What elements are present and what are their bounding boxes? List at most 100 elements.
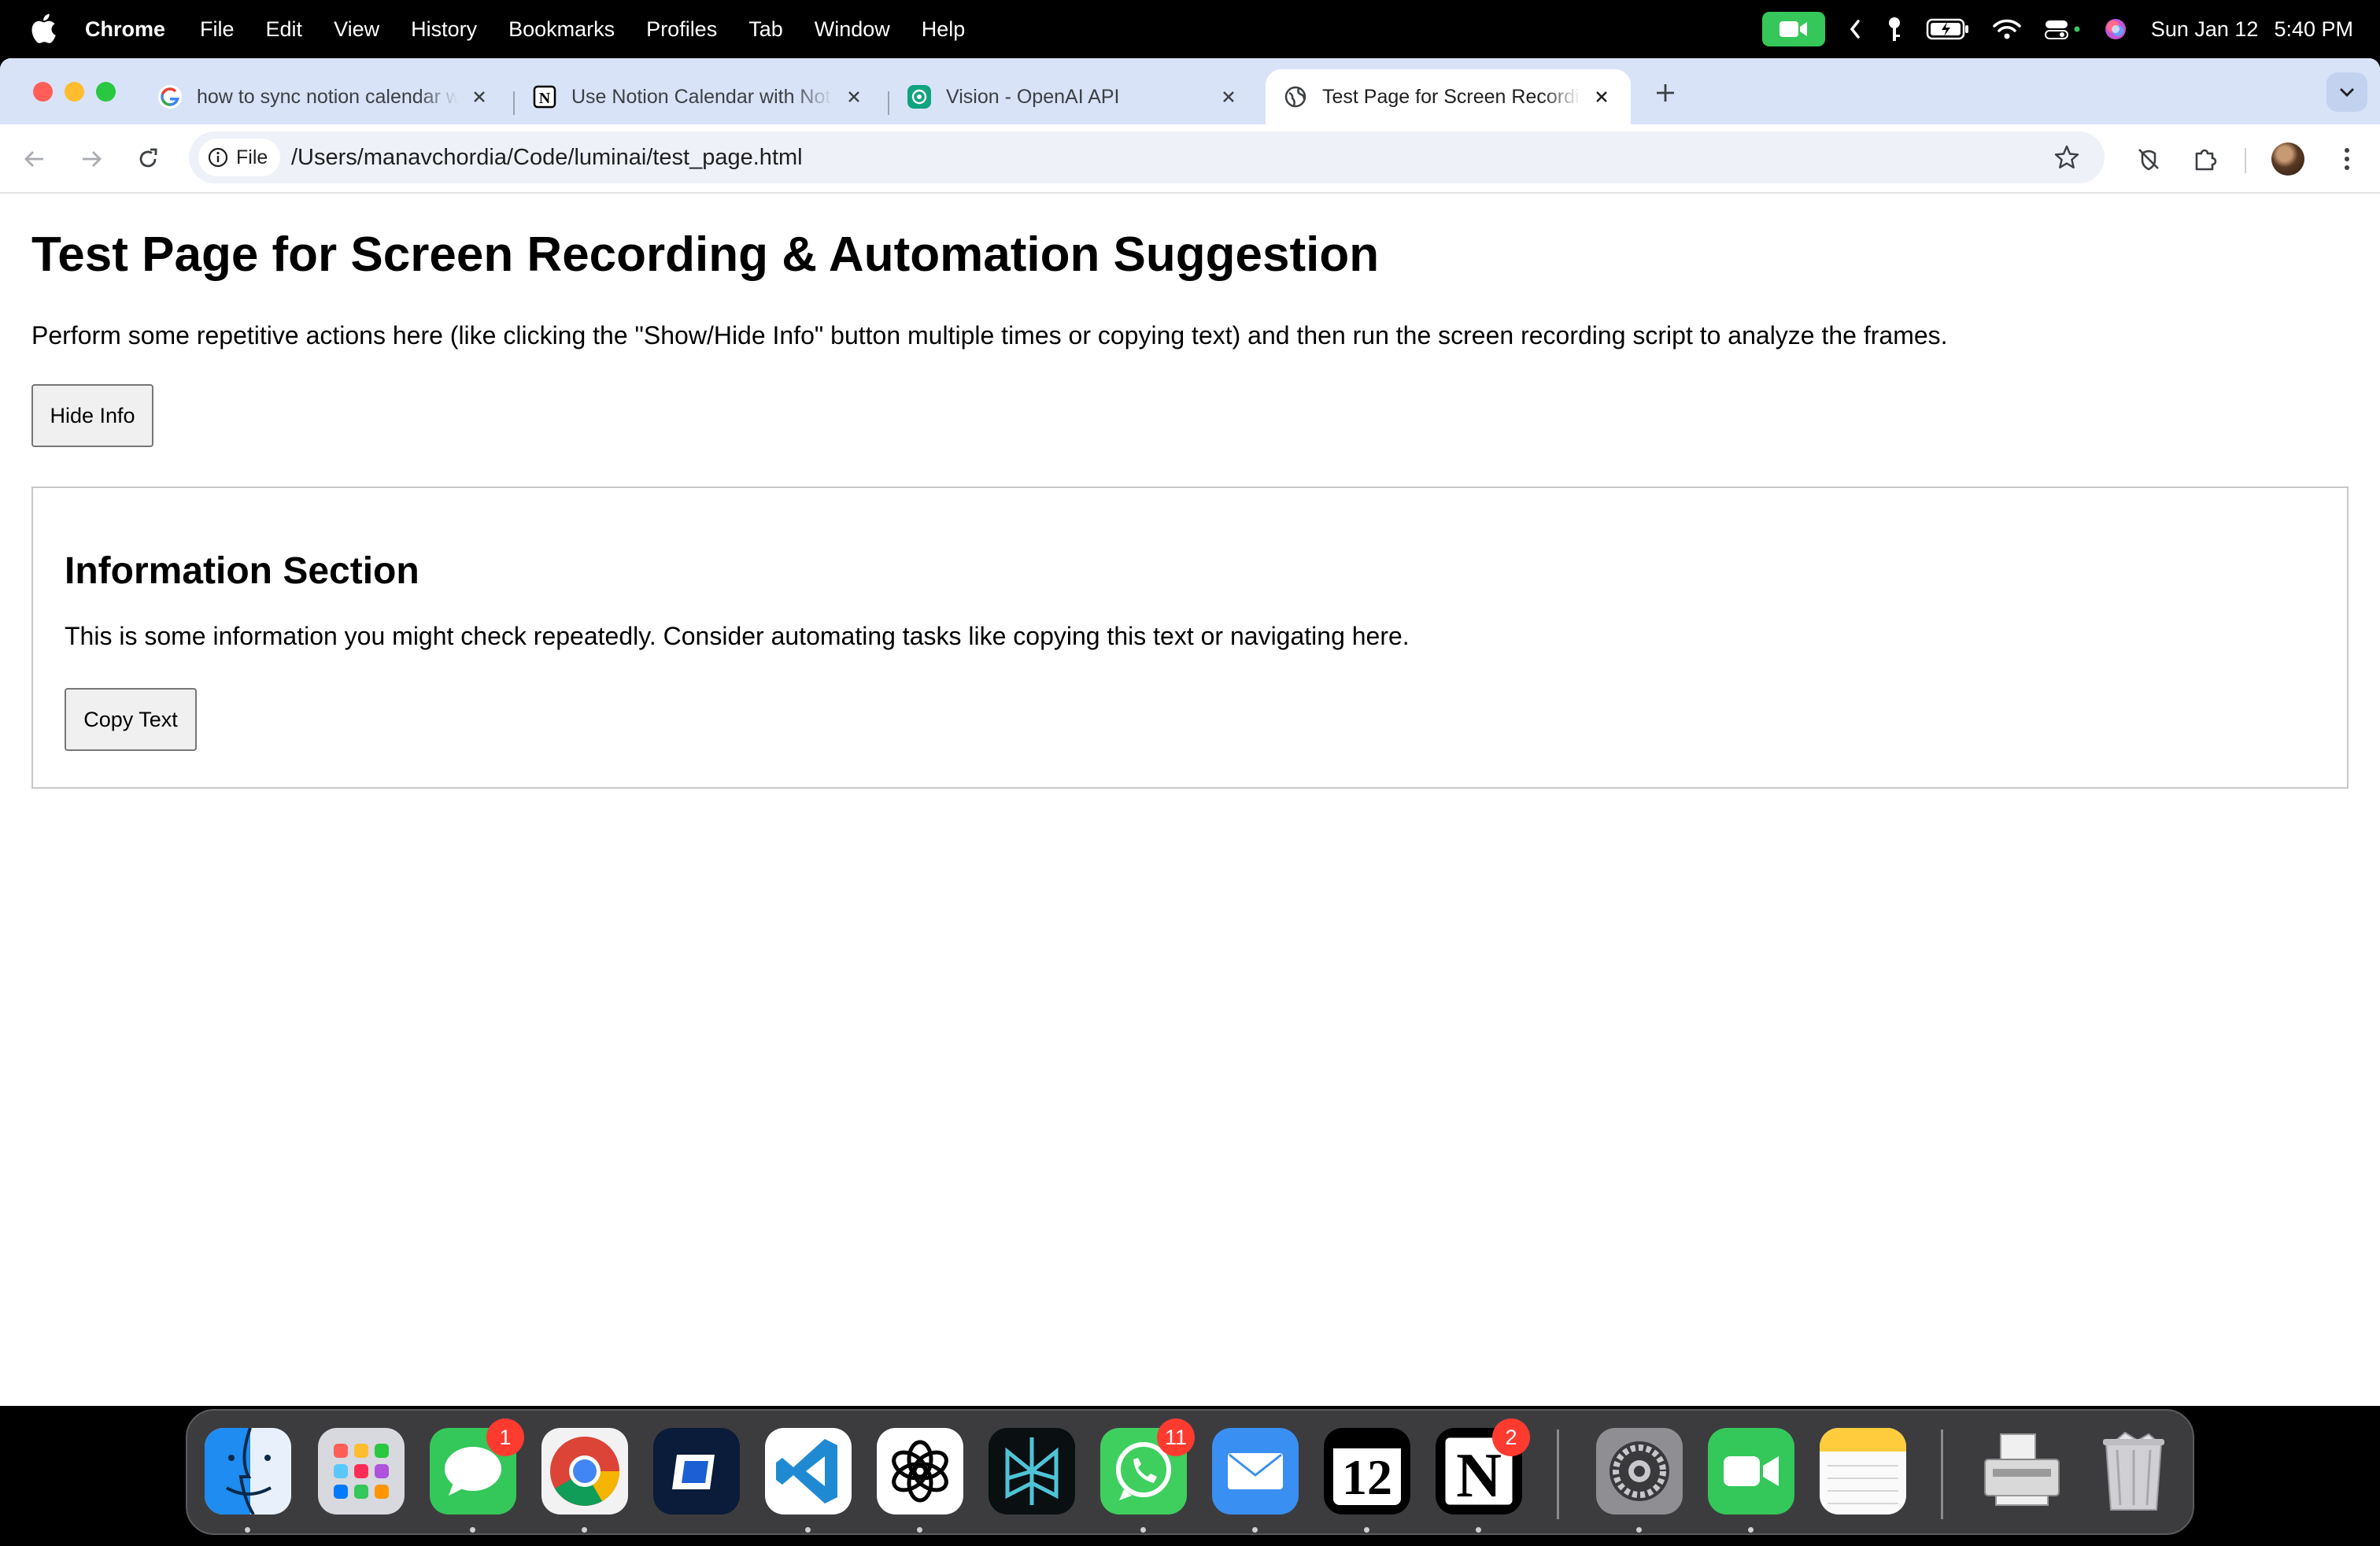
menu-bar: Chrome File Edit View History Bookmarks … (0, 0, 2380, 58)
apple-icon[interactable] (30, 13, 57, 44)
dock-divider (1557, 1429, 1559, 1519)
intro-text: Perform some repetitive actions here (li… (31, 321, 1948, 350)
information-heading: Information Section (65, 550, 419, 592)
menu-app-name[interactable]: Chrome (85, 17, 165, 42)
close-window-button[interactable] (33, 82, 53, 102)
system-settings-icon[interactable] (1596, 1428, 1683, 1515)
tracking-blocked-icon[interactable] (2131, 142, 2166, 176)
tab-title: Use Notion Calendar with Not (571, 85, 831, 108)
vscode-icon[interactable] (765, 1428, 852, 1515)
fullscreen-window-button[interactable] (96, 82, 116, 102)
menu-profiles[interactable]: Profiles (646, 17, 717, 42)
menu-tab[interactable]: Tab (748, 17, 783, 42)
scanner-icon[interactable] (1979, 1428, 2065, 1515)
menu-history[interactable]: History (411, 17, 477, 42)
notion-calendar-date: 12 (1342, 1449, 1392, 1505)
trash-icon[interactable] (2090, 1428, 2177, 1515)
remote-desktop-icon[interactable] (653, 1428, 740, 1515)
menubar-date: Sun Jan 12 (2150, 17, 2259, 41)
globe-icon (1283, 84, 1308, 109)
tab-notion-calendar[interactable]: N Use Notion Calendar with Not (515, 69, 883, 124)
notion-icon: N (532, 84, 557, 109)
address-bar[interactable]: File /Users/manavchordia/Code/luminai/te… (189, 131, 2105, 183)
menu-bookmarks[interactable]: Bookmarks (508, 17, 615, 42)
site-info-chip[interactable]: File (198, 139, 281, 176)
chatgpt-icon[interactable] (877, 1428, 963, 1515)
menu-window[interactable]: Window (815, 17, 890, 42)
menubar-clock[interactable]: Sun Jan 12 5:40 PM (2151, 17, 2353, 42)
minimize-window-button[interactable] (65, 82, 84, 102)
reload-icon (139, 148, 157, 168)
notes-icon[interactable] (1820, 1428, 1906, 1515)
running-indicator (917, 1527, 922, 1533)
siri-icon[interactable] (2104, 17, 2127, 41)
forward-button[interactable] (74, 142, 109, 176)
reload-button[interactable] (131, 142, 165, 176)
tab-test-page-active[interactable]: Test Page for Screen Recordin (1266, 69, 1631, 124)
new-tab-button[interactable] (1650, 77, 1681, 109)
google-icon (157, 84, 183, 109)
facetime-icon[interactable] (1708, 1428, 1794, 1515)
information-section: Information Section This is some informa… (31, 486, 2349, 789)
chrome-window: how to sync notion calendar w N Use Noti… (0, 58, 2380, 1406)
close-icon[interactable] (1217, 85, 1240, 109)
running-indicator (1636, 1527, 1642, 1533)
tab-google-search[interactable]: how to sync notion calendar w (140, 69, 508, 124)
notion-badge: 2 (1492, 1418, 1530, 1456)
bookmark-star-icon[interactable] (2053, 143, 2081, 172)
notion-calendar-icon[interactable]: 12 (1324, 1428, 1410, 1515)
browser-toolbar: File /Users/manavchordia/Code/luminai/te… (0, 124, 2380, 194)
chevron-left-icon[interactable] (1847, 17, 1863, 41)
running-indicator (470, 1527, 475, 1533)
arrow-right-icon (83, 151, 102, 167)
openai-icon (907, 84, 932, 109)
running-indicator (245, 1527, 250, 1533)
facetime-camera-status-icon[interactable] (1761, 12, 1825, 46)
information-text: This is some information you might check… (65, 622, 1410, 650)
info-icon (208, 147, 228, 168)
menu-help[interactable]: Help (922, 17, 966, 42)
page-title: Test Page for Screen Recording & Automat… (31, 227, 1380, 282)
running-indicator (582, 1527, 587, 1533)
tab-openai-vision[interactable]: Vision - OpenAI API (889, 69, 1258, 124)
menubar-time: 5:40 PM (2274, 17, 2353, 41)
chrome-icon[interactable] (541, 1428, 628, 1515)
close-icon[interactable] (468, 85, 491, 109)
tab-title: Vision - OpenAI API (946, 85, 1120, 108)
messages-badge: 1 (486, 1418, 524, 1456)
copy-text-button[interactable]: Copy Text (65, 688, 197, 751)
url-text[interactable]: /Users/manavchordia/Code/luminai/test_pa… (291, 131, 803, 183)
close-icon[interactable] (842, 85, 866, 109)
running-indicator (1476, 1527, 1481, 1533)
tab-search-button[interactable] (2326, 72, 2367, 112)
toolbar-divider (2245, 148, 2246, 173)
launchpad-icon[interactable] (318, 1428, 405, 1515)
battery-icon[interactable] (1926, 17, 1970, 41)
plus-icon (1657, 84, 1674, 102)
menu-edit[interactable]: Edit (266, 17, 303, 42)
profile-avatar[interactable] (2271, 142, 2304, 176)
hide-info-button[interactable]: Hide Info (31, 384, 153, 447)
wifi-icon[interactable] (1992, 17, 2022, 41)
key-icon[interactable] (1885, 16, 1904, 43)
tab-title: how to sync notion calendar w (197, 85, 458, 108)
running-indicator (805, 1527, 811, 1533)
running-indicator (1364, 1527, 1369, 1533)
dock-divider (1941, 1429, 1943, 1519)
tab-title: Test Page for Screen Recordin (1322, 85, 1580, 108)
running-indicator (1748, 1527, 1754, 1533)
perplexity-icon[interactable] (989, 1428, 1075, 1515)
menu-view[interactable]: View (334, 17, 379, 42)
finder-icon[interactable] (205, 1428, 291, 1515)
back-button[interactable] (17, 142, 52, 176)
control-center-icon[interactable] (2044, 17, 2082, 41)
close-icon[interactable] (1590, 85, 1613, 109)
whatsapp-badge: 11 (1157, 1418, 1195, 1456)
chevron-down-icon (2340, 88, 2354, 97)
menu-file[interactable]: File (200, 17, 235, 42)
extensions-puzzle-icon[interactable] (2188, 142, 2223, 176)
more-menu-icon[interactable] (2330, 142, 2364, 176)
mail-icon[interactable] (1212, 1428, 1299, 1515)
tab-strip: how to sync notion calendar w N Use Noti… (0, 58, 2380, 124)
site-info-label: File (236, 146, 268, 168)
